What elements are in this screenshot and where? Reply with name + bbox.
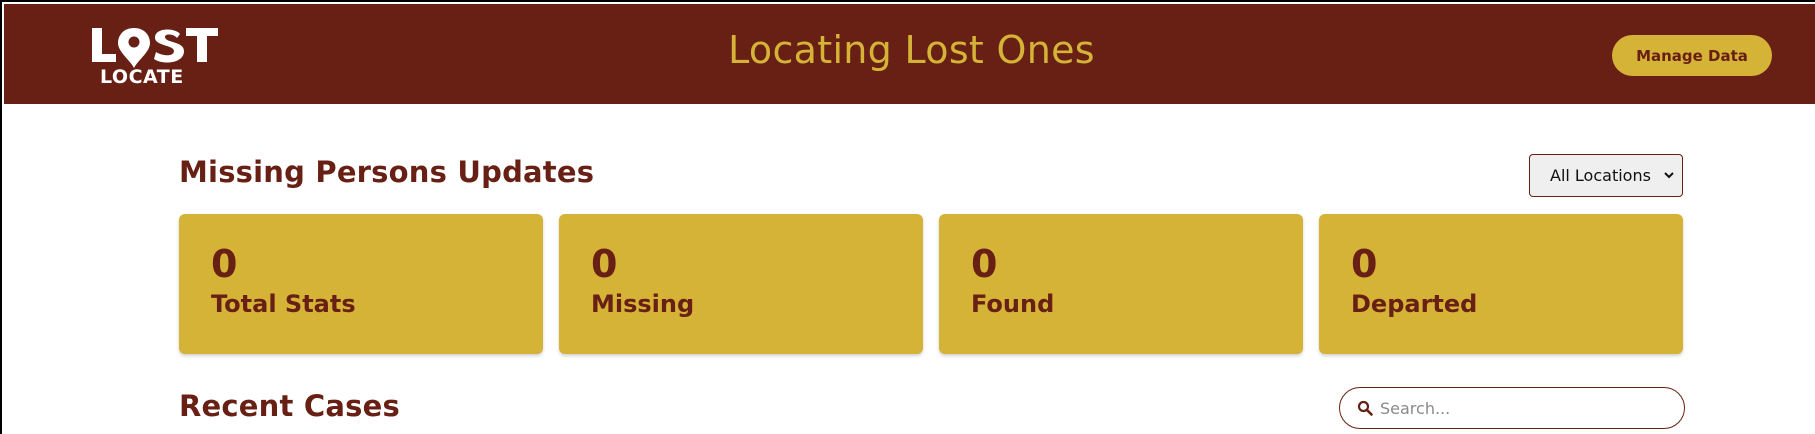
- chevron-down-icon: [1664, 169, 1674, 183]
- stat-label: Total Stats: [211, 290, 356, 318]
- stat-value: 0: [971, 242, 998, 286]
- search-box[interactable]: [1339, 387, 1685, 429]
- stat-label: Missing: [591, 290, 695, 318]
- stat-label: Departed: [1351, 290, 1478, 318]
- section-title-updates: Missing Persons Updates: [179, 155, 595, 189]
- search-input[interactable]: [1380, 392, 1670, 424]
- stat-value: 0: [591, 242, 618, 286]
- stat-card-found: 0 Found: [939, 214, 1303, 354]
- location-filter-select[interactable]: All Locations: [1529, 154, 1683, 197]
- stat-value: 0: [211, 242, 238, 286]
- stat-card-departed: 0 Departed: [1319, 214, 1683, 354]
- stat-label: Found: [971, 290, 1055, 318]
- location-filter-value: All Locations: [1550, 166, 1651, 185]
- section-title-recent-cases: Recent Cases: [179, 389, 400, 423]
- search-icon: [1357, 400, 1373, 420]
- app-title: Locating Lost Ones: [728, 28, 1095, 72]
- page: LOCATE Locating Lost Ones Manage Data Mi…: [0, 0, 1815, 434]
- stat-card-total: 0 Total Stats: [179, 214, 543, 354]
- app-header: LOCATE Locating Lost Ones Manage Data: [4, 4, 1815, 104]
- stat-value: 0: [1351, 242, 1378, 286]
- stat-card-missing: 0 Missing: [559, 214, 923, 354]
- manage-data-button[interactable]: Manage Data: [1612, 35, 1772, 76]
